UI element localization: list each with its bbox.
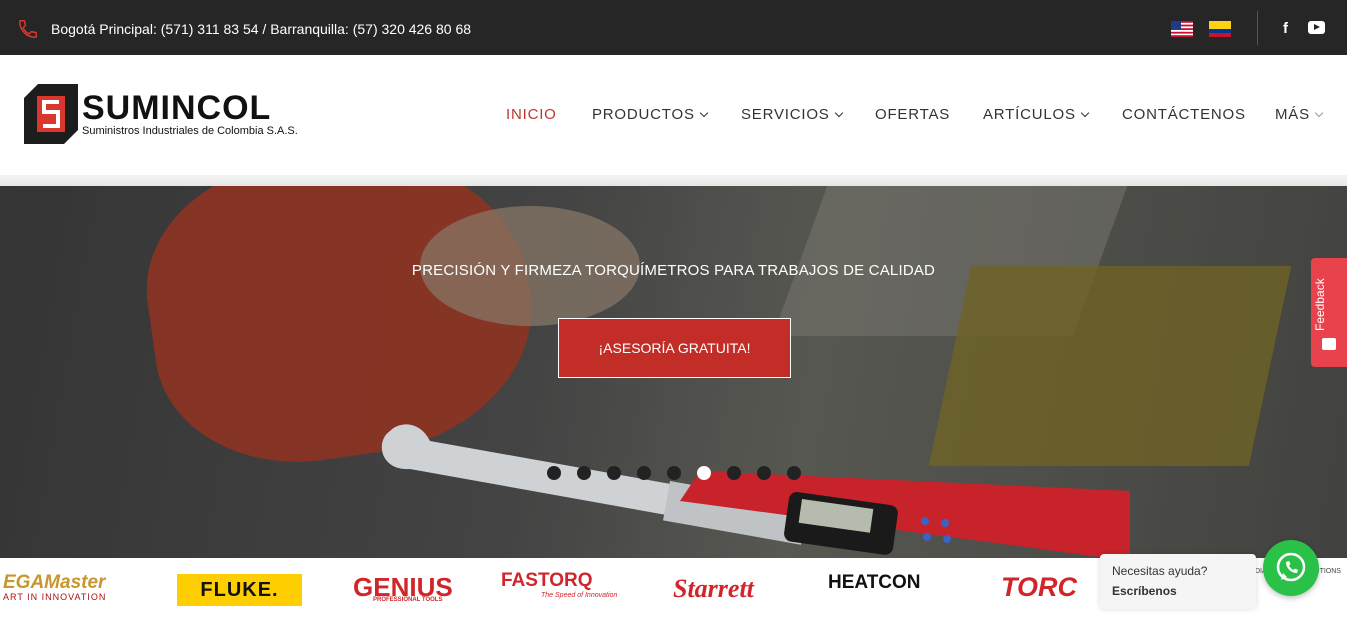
facebook-icon[interactable]: f [1283, 20, 1288, 37]
flag-us-icon[interactable] [1171, 21, 1193, 37]
brand-genius-tagline: PROFESSIONAL TOOLS [373, 597, 443, 603]
nav-inicio[interactable]: INICIO [506, 106, 557, 123]
slider-dot[interactable] [757, 466, 771, 480]
smile-icon [1322, 338, 1336, 350]
chevron-down-icon [1314, 108, 1324, 118]
slider-dot[interactable] [667, 466, 681, 480]
header-shadow [0, 175, 1347, 186]
feedback-label: Feedback [1313, 278, 1327, 332]
nav-productos-label: PRODUCTOS [592, 106, 695, 123]
slider-dot[interactable] [547, 466, 561, 480]
logo-subtitle: Suministros Industriales de Colombia S.A… [82, 125, 298, 137]
brand-torc[interactable]: TORC [1001, 572, 1077, 603]
brand-genius[interactable]: GENIUS PROFESSIONAL TOOLS [353, 572, 453, 603]
nav-servicios[interactable]: SERVICIOS [741, 106, 843, 123]
brand-fastorq-tagline: The Speed of Innovation [541, 592, 618, 599]
brand-fastorq-name: FASTORQ [501, 570, 593, 591]
slider-dot[interactable] [697, 466, 711, 480]
whatsapp-icon [1276, 552, 1306, 582]
chat-action: Escríbenos [1112, 584, 1177, 598]
whatsapp-button[interactable] [1263, 540, 1319, 596]
torque-wrench-image [381, 424, 1130, 558]
hero-caption: PRECISIÓN Y FIRMEZA TORQUÍMETROS PARA TR… [411, 262, 936, 279]
chevron-down-icon [834, 108, 843, 118]
slider-dot[interactable] [727, 466, 741, 480]
brand-fastorq[interactable]: FASTORQ The Speed of Innovation [501, 570, 617, 599]
nav-articulos-label: ARTÍCULOS [983, 106, 1076, 123]
slider-dot[interactable] [787, 466, 801, 480]
chat-question: Necesitas ayuda? [1112, 564, 1208, 578]
brand-starrett[interactable]: Starrett [673, 574, 754, 604]
nav-contactenos[interactable]: CONTÁCTENOS [1122, 106, 1246, 123]
brand-egamaster-name: EGAMaster [3, 572, 106, 593]
nav-servicios-label: SERVICIOS [741, 106, 830, 123]
chevron-down-icon [1080, 108, 1090, 118]
nav-productos[interactable]: PRODUCTOS [592, 106, 709, 123]
top-bar: Bogotá Principal: (571) 311 83 54 / Barr… [0, 0, 1347, 55]
nav-mas[interactable]: MÁS [1275, 106, 1324, 123]
free-consulting-button[interactable]: ¡ASESORÍA GRATUITA! [558, 318, 791, 378]
brand-egamaster-tagline: ART IN INNOVATION [3, 592, 107, 602]
brand-egamaster[interactable]: EGAMaster ART IN INNOVATION [3, 572, 106, 602]
sumincol-logo-icon [24, 84, 78, 144]
phone-icon [19, 20, 37, 38]
flag-colombia-icon[interactable] [1209, 21, 1231, 37]
chat-bubble[interactable]: Necesitas ayuda? Escríbenos [1100, 554, 1256, 609]
slider-dot[interactable] [607, 466, 621, 480]
youtube-icon[interactable] [1308, 21, 1325, 34]
logo[interactable]: SUMINCOL Suministros Industriales de Col… [24, 84, 298, 146]
site-header: SUMINCOL Suministros Industriales de Col… [0, 55, 1347, 175]
slider-dot[interactable] [637, 466, 651, 480]
brand-fluke[interactable]: FLUKE. [177, 574, 302, 606]
hero-slider: PRECISIÓN Y FIRMEZA TORQUÍMETROS PARA TR… [0, 186, 1347, 558]
chevron-down-icon [699, 108, 709, 118]
nav-articulos[interactable]: ARTÍCULOS [983, 106, 1090, 123]
nav-ofertas[interactable]: OFERTAS [875, 106, 950, 123]
feedback-tab[interactable]: Feedback [1311, 258, 1347, 367]
slider-dot[interactable] [577, 466, 591, 480]
logo-title: SUMINCOL [82, 89, 272, 127]
contact-phones: Bogotá Principal: (571) 311 83 54 / Barr… [51, 21, 472, 37]
brand-heatcon[interactable]: HEATCON [828, 572, 921, 594]
nav-mas-label: MÁS [1275, 106, 1310, 123]
topbar-divider [1257, 11, 1258, 45]
